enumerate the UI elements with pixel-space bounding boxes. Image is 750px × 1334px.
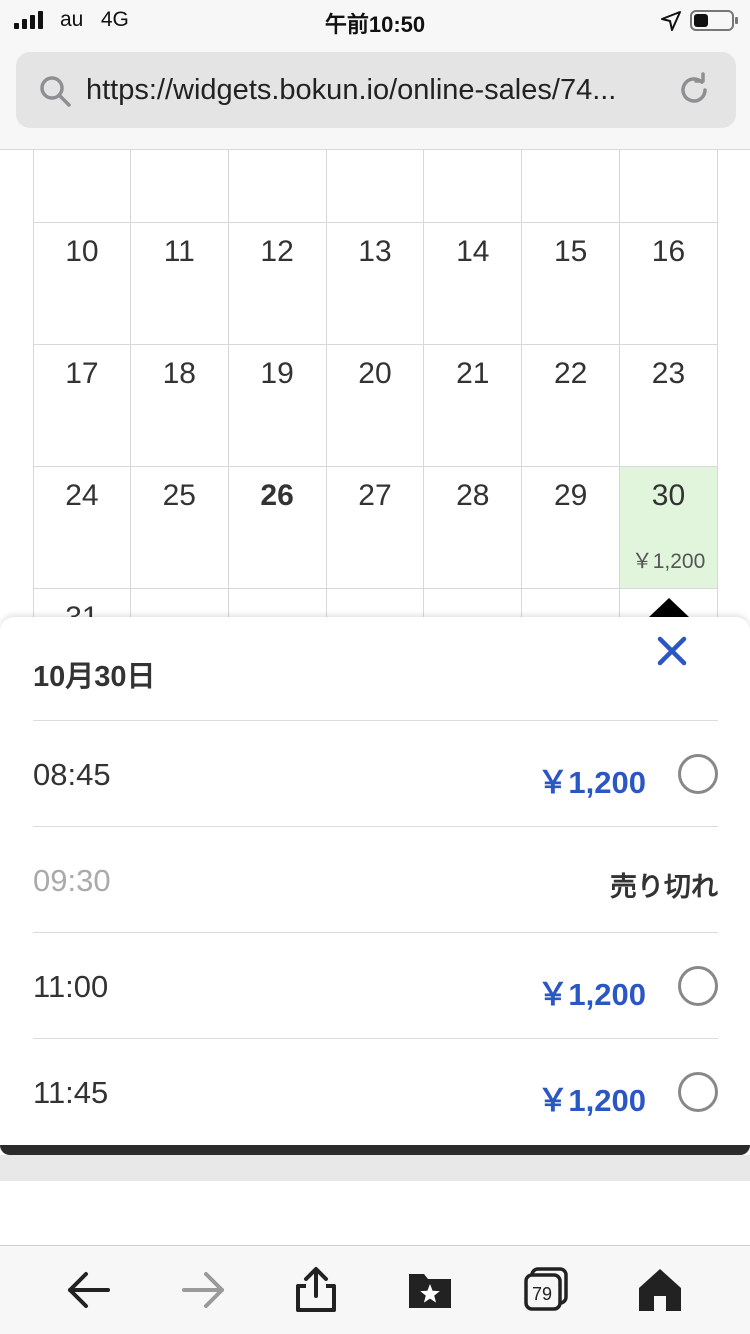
calendar-day-number: 13 <box>358 235 392 268</box>
slot-time: 08:45 <box>33 757 111 792</box>
calendar-day-empty <box>522 589 621 620</box>
bookmarks-icon[interactable] <box>406 1266 454 1314</box>
slot-radio-button[interactable] <box>678 966 718 1006</box>
calendar-week <box>33 150 718 223</box>
calendar-grid: 10 11 12 13 14 15 16 17 18 19 20 21 22 23 24 25 26 27 28… <box>33 150 718 620</box>
battery-icon <box>690 10 738 31</box>
slot-radio-button[interactable] <box>678 1072 718 1112</box>
calendar-week: 17 18 19 20 21 22 23 <box>33 345 718 467</box>
search-icon <box>40 76 71 107</box>
calendar-day-empty <box>424 589 523 620</box>
calendar-day-19: 19 <box>228 345 327 467</box>
calendar-day-number: 30 <box>651 479 686 512</box>
calendar-day-24: 24 <box>33 467 131 589</box>
calendar-day-number: 24 <box>65 479 99 512</box>
calendar-day-number: 18 <box>162 357 196 390</box>
calendar-day-12: 12 <box>228 223 327 345</box>
tab-count-label: 79 <box>531 1284 553 1304</box>
calendar-week: 10 11 12 13 14 15 16 <box>33 223 718 345</box>
calendar-day-empty <box>522 150 621 223</box>
calendar-day-17: 17 <box>33 345 131 467</box>
status-time: 午前10:50 <box>324 12 426 37</box>
url-text: https://widgets.bokun.io/online-sales/74… <box>86 74 617 106</box>
calendar-day-28: 28 <box>424 467 523 589</box>
selected-day-pointer <box>648 598 690 618</box>
calendar-day-14: 14 <box>424 223 523 345</box>
back-icon[interactable] <box>64 1266 112 1314</box>
slot-time: 11:00 <box>33 969 109 1004</box>
calendar-day-empty <box>130 150 229 223</box>
calendar-day-number: 28 <box>456 479 490 512</box>
calendar-day-22: 22 <box>522 345 621 467</box>
address-bar[interactable]: https://widgets.bokun.io/online-sales/74… <box>16 52 736 128</box>
calendar-day-empty <box>228 150 327 223</box>
forward-icon[interactable] <box>180 1266 228 1314</box>
calendar-day-10: 10 <box>33 223 131 345</box>
calendar-day-31: 31 <box>33 589 131 620</box>
home-icon[interactable] <box>636 1266 684 1314</box>
calendar-day-number: 14 <box>456 235 490 268</box>
calendar-day-30[interactable]: 30 ￥1,200 <box>620 467 718 589</box>
calendar-week: 31 <box>33 589 718 620</box>
calendar-day-price: ￥1,200 <box>631 550 706 573</box>
calendar-day-18: 18 <box>130 345 229 467</box>
calendar-week: 24 25 26 27 28 29 30 ￥1,200 <box>33 467 718 589</box>
calendar-day-empty <box>33 150 131 223</box>
calendar-day-21: 21 <box>424 345 523 467</box>
calendar-day-number: 29 <box>553 479 588 512</box>
calendar-day-number: 20 <box>358 357 392 390</box>
calendar-day-20: 20 <box>326 345 425 467</box>
share-icon[interactable] <box>292 1266 340 1314</box>
slot-price: ￥1,200 <box>537 1083 646 1118</box>
calendar-day-number: 23 <box>651 357 686 390</box>
sold-out-label: 売り切れ <box>610 872 718 902</box>
timeslot-row[interactable]: 11:00 ￥1,200 <box>33 932 718 1038</box>
calendar-day-15: 15 <box>522 223 621 345</box>
calendar-day-29: 29 <box>522 467 621 589</box>
calendar-day-empty <box>327 589 425 620</box>
calendar-day-27: 27 <box>326 467 425 589</box>
calendar-day-number: 16 <box>651 235 686 268</box>
tabs-icon[interactable]: 79 <box>522 1266 570 1314</box>
close-icon[interactable] <box>652 631 692 671</box>
slot-radio-button[interactable] <box>678 754 718 794</box>
browser-toolbar: 79 <box>0 1245 750 1334</box>
timeslot-row[interactable]: 08:45 ￥1,200 <box>33 720 718 826</box>
selected-date-title: 10月30日 <box>33 661 156 693</box>
calendar-day-number: 27 <box>358 479 392 512</box>
slot-time: 09:30 <box>33 863 111 898</box>
calendar-day-11: 11 <box>130 223 229 345</box>
calendar-day-empty <box>620 150 718 223</box>
panel-backdrop-strip <box>0 1155 750 1181</box>
calendar-day-16: 16 <box>620 223 718 345</box>
calendar-day-number: 15 <box>553 235 588 268</box>
calendar-day-number: 21 <box>456 357 490 390</box>
slot-time: 11:45 <box>33 1075 109 1110</box>
calendar-day-13: 13 <box>326 223 425 345</box>
reload-icon[interactable] <box>676 72 712 108</box>
calendar-day-number: 17 <box>65 357 99 390</box>
calendar-day-number: 12 <box>260 235 294 268</box>
calendar-day-25: 25 <box>130 467 229 589</box>
calendar-day-26: 26 <box>228 467 327 589</box>
calendar-day-number: 22 <box>553 357 588 390</box>
calendar-day-number: 26 <box>260 479 294 512</box>
timeslot-row[interactable]: 11:45 ￥1,200 <box>33 1038 718 1144</box>
slot-price: ￥1,200 <box>537 977 646 1012</box>
calendar-day-number: 19 <box>260 357 294 390</box>
calendar-day-number: 25 <box>162 479 196 512</box>
timeslot-row-sold-out: 09:30 売り切れ <box>33 826 718 932</box>
calendar-day-empty <box>326 150 425 223</box>
timeslot-panel: 10月30日 08:45 ￥1,200 09:30 売り切れ 11:00 ￥1,… <box>0 617 750 1155</box>
calendar-day-23: 23 <box>620 345 718 467</box>
calendar-day-number: 11 <box>163 235 195 268</box>
calendar-day-empty <box>424 150 523 223</box>
calendar-day-empty <box>131 589 229 620</box>
calendar-day-number: 10 <box>65 235 99 268</box>
location-arrow-icon <box>661 11 681 31</box>
calendar-day-empty <box>229 589 327 620</box>
slot-price: ￥1,200 <box>537 765 646 800</box>
status-bar: au 4G 午前10:50 <box>0 0 750 40</box>
browser-header: https://widgets.bokun.io/online-sales/74… <box>0 40 750 150</box>
